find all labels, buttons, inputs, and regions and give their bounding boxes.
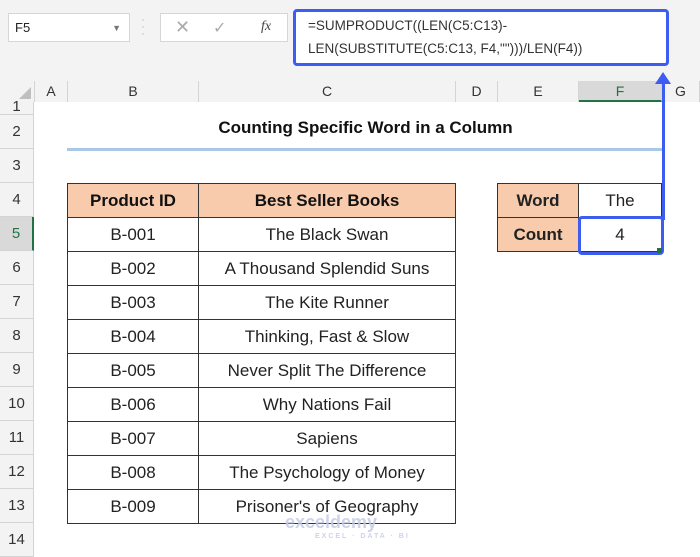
column-header-d[interactable]: D	[456, 81, 498, 102]
watermark-brand: exceldemy	[285, 512, 378, 532]
cell-product-id[interactable]: B-007	[67, 421, 199, 456]
row-header-9[interactable]: 9	[0, 353, 34, 387]
cell-product-id[interactable]: B-002	[67, 251, 199, 286]
cell-product-id[interactable]: B-005	[67, 353, 199, 388]
word-label[interactable]: Word	[497, 183, 579, 218]
chevron-down-icon[interactable]: ▼	[112, 23, 121, 33]
cell-product-id[interactable]: B-003	[67, 285, 199, 320]
formula-input[interactable]: =SUMPRODUCT((LEN(C5:C13)- LEN(SUBSTITUTE…	[293, 9, 669, 66]
column-header-e[interactable]: E	[498, 81, 579, 102]
header-best-seller-books[interactable]: Best Seller Books	[198, 183, 456, 218]
row-header-12[interactable]: 12	[0, 455, 34, 489]
row-header-8[interactable]: 8	[0, 319, 34, 353]
table-row: B-001 The Black Swan	[67, 217, 456, 252]
row-header-11[interactable]: 11	[0, 421, 34, 455]
title-underline	[67, 148, 664, 151]
cell-book[interactable]: Never Split The Difference	[198, 353, 456, 388]
table-row: B-005 Never Split The Difference	[67, 353, 456, 388]
column-header-f[interactable]: F	[579, 81, 662, 102]
cell-product-id[interactable]: B-001	[67, 217, 199, 252]
table-row: B-006 Why Nations Fail	[67, 387, 456, 422]
cell-book[interactable]: Why Nations Fail	[198, 387, 456, 422]
row-header-4[interactable]: 4	[0, 183, 34, 217]
cell-product-id[interactable]: B-009	[67, 489, 199, 524]
cell-book[interactable]: The Black Swan	[198, 217, 456, 252]
cell-product-id[interactable]: B-006	[67, 387, 199, 422]
column-header-a[interactable]: A	[35, 81, 68, 102]
table-row: B-007 Sapiens	[67, 421, 456, 456]
row-header-14[interactable]: 14	[0, 523, 34, 557]
row-header-3[interactable]: 3	[0, 149, 34, 183]
callout-arrow-line	[662, 80, 665, 220]
watermark-tagline: EXCEL · DATA · BI	[315, 533, 410, 540]
count-label[interactable]: Count	[497, 217, 579, 252]
insert-function-icon[interactable]: fx	[261, 19, 271, 35]
row-header-10[interactable]: 10	[0, 387, 34, 421]
row-header-13[interactable]: 13	[0, 489, 34, 523]
cell-book[interactable]: Thinking, Fast & Slow	[198, 319, 456, 354]
books-table: Product ID Best Seller Books B-001 The Bl…	[67, 183, 456, 524]
name-box-value: F5	[15, 20, 31, 35]
cell-book[interactable]: A Thousand Splendid Suns	[198, 251, 456, 286]
table-row: B-002 A Thousand Splendid Suns	[67, 251, 456, 286]
selected-cell-highlight	[578, 216, 664, 255]
cell-product-id[interactable]: B-008	[67, 455, 199, 490]
formula-buttons: ✕ ✓ fx	[160, 13, 288, 42]
word-value-cell[interactable]: The	[578, 183, 662, 218]
row-header-1[interactable]: 1	[0, 99, 34, 115]
drag-handle-icon[interactable]: · · ·	[141, 13, 145, 39]
table-header-row: Product ID Best Seller Books	[67, 183, 456, 218]
cell-book[interactable]: Sapiens	[198, 421, 456, 456]
name-box[interactable]: F5 ▼	[8, 13, 130, 42]
column-header-c[interactable]: C	[199, 81, 456, 102]
cell-book[interactable]: The Kite Runner	[198, 285, 456, 320]
column-header-g[interactable]: G	[662, 81, 700, 102]
table-row: B-004 Thinking, Fast & Slow	[67, 319, 456, 354]
table-row: B-003 The Kite Runner	[67, 285, 456, 320]
arrow-up-icon	[655, 72, 671, 84]
table-row: B-008 The Psychology of Money	[67, 455, 456, 490]
cell-book[interactable]: The Psychology of Money	[198, 455, 456, 490]
row-header-5[interactable]: 5	[0, 217, 34, 251]
column-header-b[interactable]: B	[68, 81, 199, 102]
sheet-title: Counting Specific Word in a Column	[218, 118, 513, 137]
cell-product-id[interactable]: B-004	[67, 319, 199, 354]
watermark-logo: exceldemy EXCEL · DATA · BI	[285, 512, 410, 540]
row-header-7[interactable]: 7	[0, 285, 34, 319]
formula-line-1: =SUMPRODUCT((LEN(C5:C13)-	[308, 18, 508, 33]
row-header-2[interactable]: 2	[0, 115, 34, 149]
enter-icon[interactable]: ✓	[213, 18, 226, 38]
row-header-6[interactable]: 6	[0, 251, 34, 285]
header-product-id[interactable]: Product ID	[67, 183, 199, 218]
cancel-icon[interactable]: ✕	[175, 17, 190, 38]
formula-line-2: LEN(SUBSTITUTE(C5:C13, F4,"")))/LEN(F4))	[308, 41, 583, 56]
